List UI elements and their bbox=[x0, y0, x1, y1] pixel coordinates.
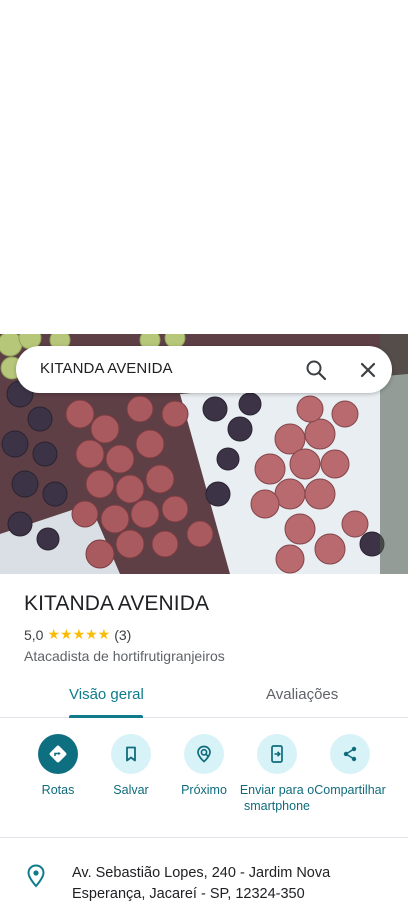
map-blank-area[interactable] bbox=[0, 0, 408, 334]
share-label: Compartilhar bbox=[314, 783, 386, 797]
nearby-icon bbox=[184, 734, 224, 774]
place-title: KITANDA AVENIDA bbox=[24, 592, 210, 615]
save-label: Salvar bbox=[113, 783, 149, 797]
rating-value: 5,0 bbox=[24, 626, 44, 643]
share-icon bbox=[330, 734, 370, 774]
search-icon[interactable] bbox=[304, 358, 328, 382]
tab-overview[interactable]: Visão geral bbox=[69, 686, 144, 703]
save-button[interactable]: Salvar bbox=[91, 734, 171, 798]
send-to-phone-icon bbox=[257, 734, 297, 774]
place-category: Atacadista de hortifrutigranjeiros bbox=[24, 648, 225, 664]
place-screen: KITANDA AVENIDA KITANDA AVENIDA 5,0 ★★★★… bbox=[0, 0, 408, 908]
directions-icon bbox=[38, 734, 78, 774]
tab-bar: Visão geral Avaliações bbox=[0, 680, 408, 718]
send-to-phone-label: Enviar para o smartphone bbox=[239, 783, 315, 813]
share-button[interactable]: Compartilhar bbox=[310, 734, 390, 798]
address-row[interactable]: Av. Sebastião Lopes, 240 - Jardim Nova E… bbox=[0, 840, 408, 908]
search-bar[interactable]: KITANDA AVENIDA bbox=[16, 346, 392, 393]
review-count[interactable]: (3) bbox=[114, 627, 131, 643]
nearby-button[interactable]: Próximo bbox=[164, 734, 244, 798]
location-pin-icon bbox=[26, 864, 46, 888]
bookmark-icon bbox=[111, 734, 151, 774]
send-to-phone-button[interactable]: Enviar para o smartphone bbox=[237, 734, 317, 814]
search-query[interactable]: KITANDA AVENIDA bbox=[40, 360, 173, 377]
action-bar: Rotas Salvar Próximo Enviar para o smart… bbox=[0, 718, 408, 838]
tab-reviews[interactable]: Avaliações bbox=[266, 686, 338, 703]
rating-stars: ★★★★★ bbox=[47, 626, 111, 642]
close-icon[interactable] bbox=[356, 358, 380, 382]
directions-button[interactable]: Rotas bbox=[18, 734, 98, 798]
directions-label: Rotas bbox=[41, 783, 75, 797]
nearby-label: Próximo bbox=[181, 783, 227, 797]
rating-row[interactable]: 5,0 ★★★★★ (3) bbox=[24, 626, 131, 643]
address-text: Av. Sebastião Lopes, 240 - Jardim Nova E… bbox=[72, 865, 331, 902]
